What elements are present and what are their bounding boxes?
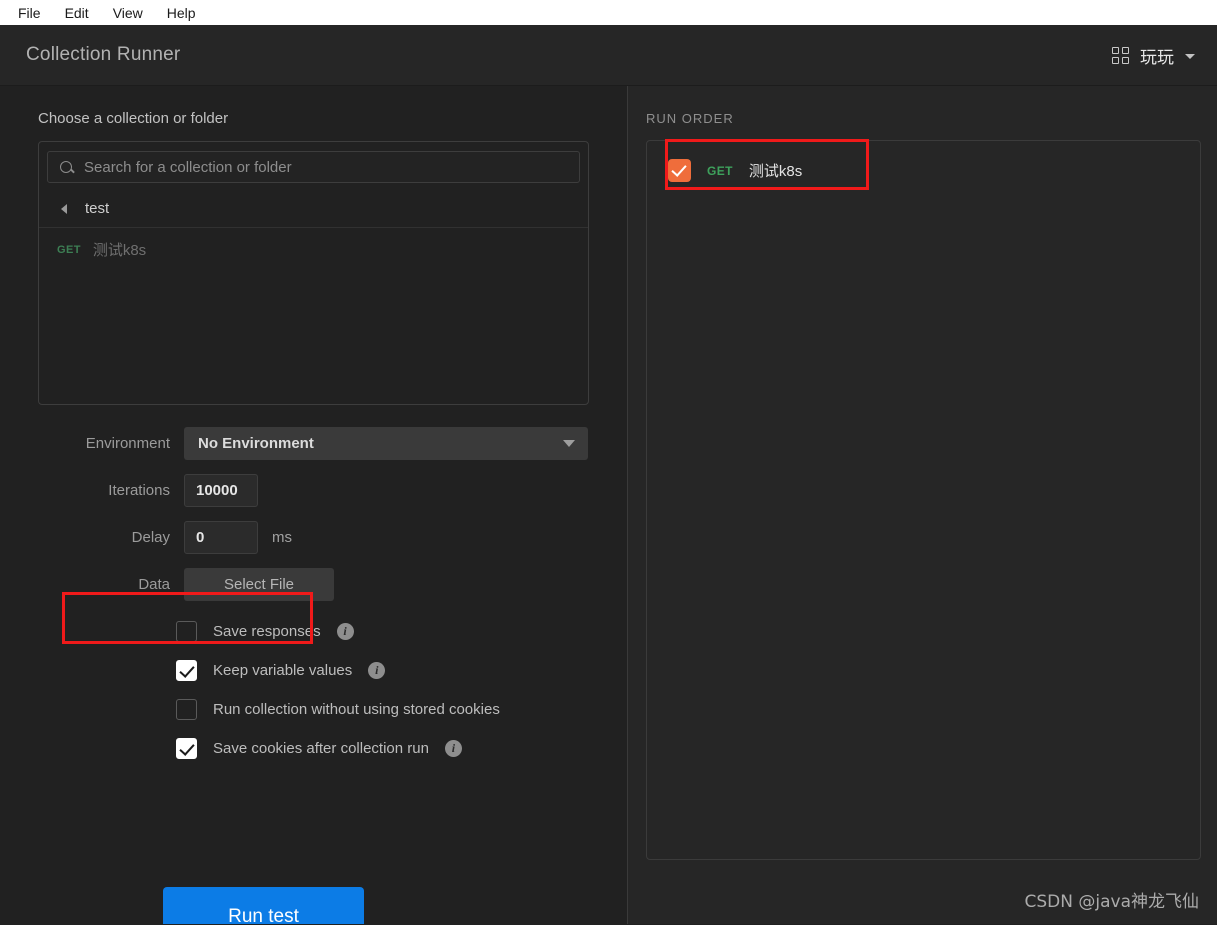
menu-file[interactable]: File (8, 2, 51, 24)
info-icon[interactable]: i (368, 662, 386, 679)
choose-collection-label: Choose a collection or folder (38, 110, 229, 127)
body-wrapper: Choose a collection or folder Search for… (0, 86, 1217, 924)
left-configuration-pane: Choose a collection or folder Search for… (0, 86, 627, 924)
environment-select[interactable]: No Environment (184, 427, 588, 460)
run-order-title: RUN ORDER (646, 111, 734, 126)
menu-edit[interactable]: Edit (55, 2, 99, 24)
run-test-button[interactable]: Run test (163, 887, 364, 924)
data-row: Data Select File (38, 568, 589, 601)
iterations-row: Iterations (38, 474, 589, 507)
delay-label: Delay (131, 529, 170, 546)
checkbox-label: Save cookies after collection run (213, 740, 429, 757)
checkbox-save-responses[interactable]: Save responses i (176, 621, 589, 642)
info-icon[interactable]: i (444, 740, 462, 757)
run-order-method: GET (707, 163, 733, 178)
workspace-name: 玩玩 (1140, 47, 1174, 67)
delay-input[interactable] (184, 521, 258, 554)
delay-row: Delay ms (38, 521, 589, 554)
breadcrumb-label: test (85, 200, 110, 217)
breadcrumb[interactable]: test (39, 191, 588, 228)
menu-help[interactable]: Help (157, 2, 206, 24)
list-item[interactable]: GET 测试k8s (39, 228, 588, 260)
run-order-pane: RUN ORDER GET 测试k8s CSDN @java神龙飞仙 (628, 86, 1217, 924)
collection-chooser-box: Search for a collection or folder test G… (38, 141, 589, 405)
iterations-label: Iterations (108, 482, 170, 499)
run-order-list: GET 测试k8s (646, 140, 1201, 860)
search-row: Search for a collection or folder (39, 142, 588, 191)
info-icon[interactable]: i (336, 623, 354, 640)
checkbox-box[interactable] (176, 738, 197, 759)
data-label: Data (138, 576, 170, 593)
search-field[interactable]: Search for a collection or folder (47, 151, 580, 183)
checkbox-box[interactable] (176, 621, 197, 642)
back-arrow-icon (61, 203, 67, 214)
workspace-selector[interactable]: 玩玩 (1112, 43, 1195, 68)
select-file-button[interactable]: Select File (184, 568, 334, 601)
run-config-form: Environment No Environment Iterations De… (38, 427, 589, 759)
environment-value: No Environment (198, 435, 314, 452)
checkbox-keep-variable-values[interactable]: Keep variable values i (176, 660, 589, 681)
checkbox-label: Keep variable values (213, 662, 353, 679)
options-checkbox-group: Save responses i Keep variable values i … (176, 621, 589, 759)
app-header: Collection Runner 玩玩 (0, 25, 1217, 86)
checkbox-label: Run collection without using stored cook… (213, 701, 500, 718)
watermark: CSDN @java神龙飞仙 (1024, 892, 1200, 912)
iterations-input[interactable] (184, 474, 258, 507)
page-title: Collection Runner (26, 44, 181, 65)
request-method: GET (57, 243, 81, 256)
search-icon (60, 161, 72, 173)
menu-view[interactable]: View (103, 2, 153, 24)
checkbox-save-cookies-after-run[interactable]: Save cookies after collection run i (176, 738, 589, 759)
os-menu-bar: File Edit View Help (0, 0, 1217, 25)
request-name: 测试k8s (92, 242, 147, 259)
caret-down-icon (563, 440, 575, 447)
run-order-checkbox[interactable] (668, 159, 691, 182)
checkbox-box[interactable] (176, 699, 197, 720)
checkbox-run-without-stored-cookies[interactable]: Run collection without using stored cook… (176, 699, 589, 720)
search-input[interactable]: Search for a collection or folder (84, 159, 292, 176)
checkbox-box[interactable] (176, 660, 197, 681)
run-order-item[interactable]: GET 测试k8s (656, 150, 1191, 191)
environment-row: Environment No Environment (38, 427, 589, 460)
grid-icon (1112, 46, 1129, 64)
checkbox-label: Save responses (213, 623, 321, 640)
environment-label: Environment (85, 435, 170, 452)
chevron-down-icon (1185, 53, 1195, 59)
run-order-name: 测试k8s (748, 163, 803, 180)
delay-unit: ms (272, 529, 292, 546)
